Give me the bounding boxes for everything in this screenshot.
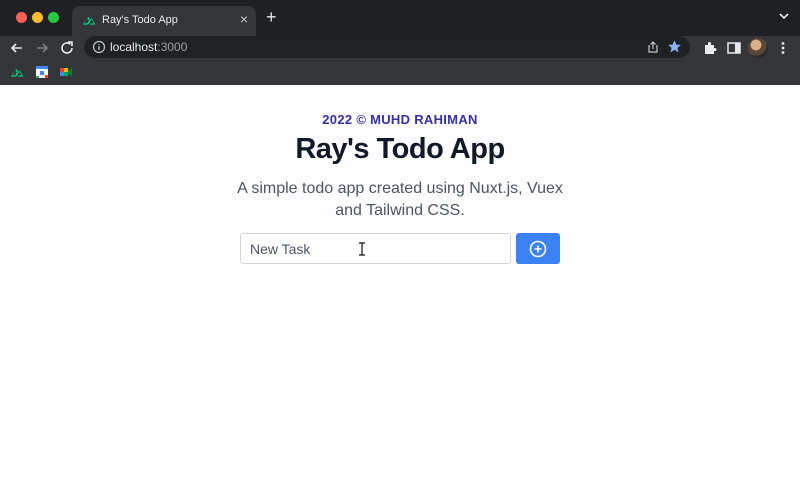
new-tab-button[interactable]: + bbox=[266, 8, 277, 26]
address-bar[interactable]: localhost:3000 bbox=[84, 36, 690, 58]
bookmarks-bar bbox=[0, 62, 800, 85]
back-arrow-icon[interactable] bbox=[8, 39, 26, 57]
nuxt-logo-icon bbox=[83, 16, 96, 25]
app-description: A simple todo app created using Nuxt.js,… bbox=[237, 180, 563, 219]
extensions-puzzle-icon[interactable] bbox=[702, 40, 718, 56]
chevron-down-icon[interactable] bbox=[778, 10, 790, 22]
window-maximize-button[interactable] bbox=[48, 12, 59, 23]
url-port: :3000 bbox=[157, 40, 188, 54]
more-vertical-icon[interactable] bbox=[775, 40, 791, 56]
window-close-button[interactable] bbox=[16, 12, 27, 23]
window-minimize-button[interactable] bbox=[32, 12, 43, 23]
browser-tab-bar: Ray's Todo App × + bbox=[0, 0, 800, 36]
new-task-input[interactable] bbox=[240, 233, 511, 264]
text-cursor-icon bbox=[359, 242, 365, 256]
url-host: localhost bbox=[110, 40, 158, 54]
profile-avatar[interactable] bbox=[748, 38, 768, 58]
nuxt-bookmark-icon[interactable] bbox=[10, 65, 24, 79]
browser-tab-active[interactable]: Ray's Todo App × bbox=[72, 6, 256, 36]
add-task-button[interactable] bbox=[516, 233, 560, 264]
forward-arrow-icon[interactable] bbox=[33, 39, 51, 57]
browser-toolbar: localhost:3000 bbox=[0, 36, 800, 62]
reload-icon[interactable] bbox=[58, 39, 76, 57]
side-panel-icon[interactable] bbox=[726, 40, 742, 56]
info-icon[interactable] bbox=[92, 40, 106, 54]
google-meet-bookmark-icon[interactable] bbox=[59, 65, 73, 79]
tab-title: Ray's Todo App bbox=[102, 14, 178, 26]
google-calendar-bookmark-icon[interactable] bbox=[35, 65, 49, 79]
page-content: 2022 © MUHD RAHIMAN Ray's Todo App A sim… bbox=[0, 85, 800, 499]
plus-circle-icon bbox=[529, 240, 547, 258]
bookmark-star-icon[interactable] bbox=[667, 39, 682, 54]
credit-line: 2022 © MUHD RAHIMAN bbox=[322, 112, 478, 127]
url-text[interactable]: localhost:3000 bbox=[110, 40, 187, 54]
page-title: Ray's Todo App bbox=[295, 133, 505, 165]
share-icon[interactable] bbox=[646, 40, 660, 54]
tab-close-icon[interactable]: × bbox=[240, 11, 248, 27]
